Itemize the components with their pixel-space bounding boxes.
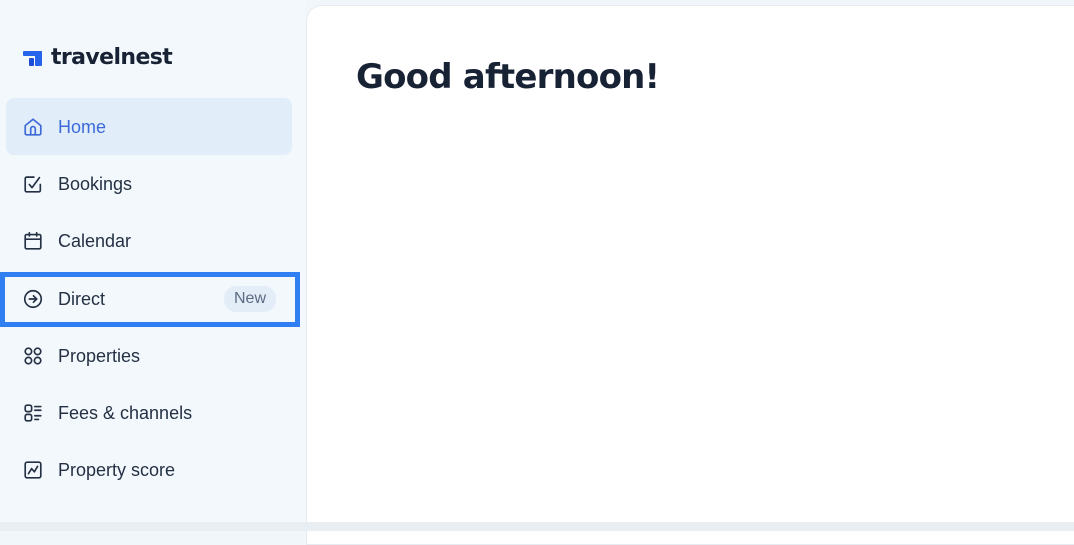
chart-icon bbox=[22, 459, 44, 481]
sidebar-item-property-score[interactable]: Property score bbox=[6, 441, 292, 498]
sidebar-item-label: Fees & channels bbox=[58, 402, 193, 423]
sidebar-item-label: Calendar bbox=[58, 230, 132, 251]
list-icon bbox=[22, 402, 44, 424]
sidebar-item-direct[interactable]: Direct New bbox=[6, 270, 292, 327]
main-content: Good afternoon! bbox=[306, 5, 1074, 545]
bottom-strip bbox=[0, 522, 1074, 531]
new-badge: New bbox=[223, 285, 276, 312]
sidebar-item-calendar[interactable]: Calendar bbox=[6, 212, 292, 269]
sidebar-item-label: Bookings bbox=[58, 173, 133, 194]
page-title: Good afternoon! bbox=[356, 57, 660, 97]
sidebar-item-properties[interactable]: Properties bbox=[6, 327, 292, 384]
arrow-circle-right-icon bbox=[22, 288, 44, 310]
sidebar-item-label: Direct bbox=[58, 288, 106, 309]
sidebar-item-fees-channels[interactable]: Fees & channels bbox=[6, 384, 292, 441]
sidebar-item-label: Properties bbox=[58, 345, 141, 366]
home-icon bbox=[22, 116, 44, 138]
sidebar-item-label: Home bbox=[58, 116, 107, 137]
sidebar-item-bookings[interactable]: Bookings bbox=[6, 155, 292, 212]
sidebar-item-label: Property score bbox=[58, 459, 176, 480]
brand-name: travelnest bbox=[51, 45, 173, 70]
travelnest-logo[interactable]: travelnest bbox=[22, 45, 173, 71]
travelnest-logo-icon bbox=[23, 51, 42, 66]
sidebar-item-home[interactable]: Home bbox=[6, 98, 292, 155]
calendar-check-icon bbox=[22, 173, 44, 195]
sidebar: travelnest Home Bookings Calendar Direct… bbox=[0, 0, 306, 531]
calendar-icon bbox=[22, 230, 44, 252]
grid-circles-icon bbox=[22, 345, 44, 367]
